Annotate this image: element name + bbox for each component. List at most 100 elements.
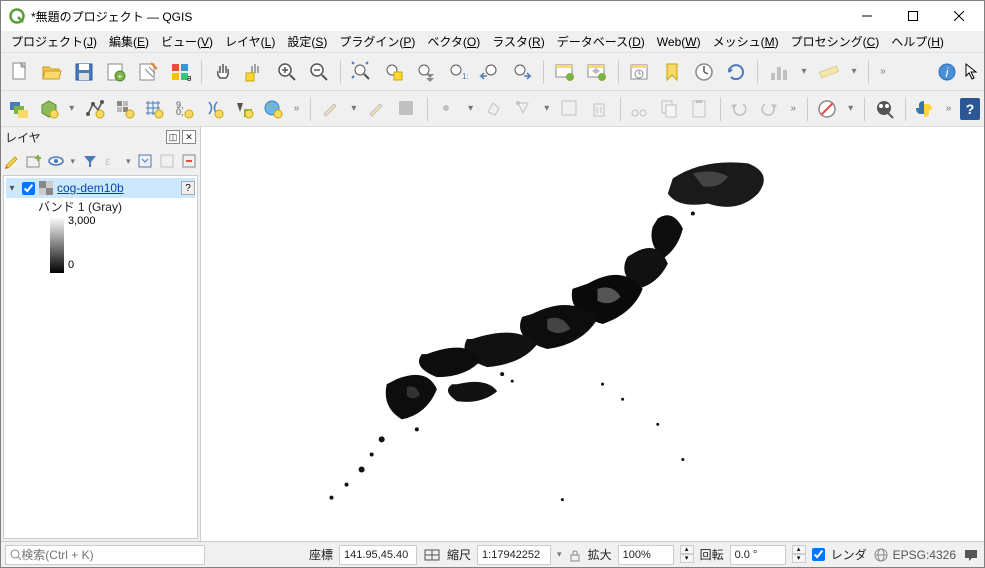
measure-line-button[interactable] (814, 57, 844, 87)
menu-layer[interactable]: レイヤ(L) (219, 31, 281, 52)
refresh-button[interactable] (721, 57, 751, 87)
add-mesh-layer-button[interactable] (141, 94, 169, 124)
zoom-full-button[interactable] (347, 57, 377, 87)
manage-map-themes-button[interactable] (47, 150, 65, 172)
statusbar: 座標 縮尺 ▾ 拡大 ▴▾ 回転 ▴▾ レンダ EPSG:4326 (1, 541, 984, 567)
new-3d-view-button[interactable] (582, 57, 612, 87)
save-project-button[interactable] (69, 57, 99, 87)
locator-search[interactable] (5, 545, 205, 565)
menu-plugins[interactable]: プラグイン(P) (333, 31, 421, 52)
rotation-input[interactable] (730, 545, 786, 565)
map-canvas[interactable] (201, 127, 984, 541)
add-virtual-layer-button[interactable] (230, 94, 258, 124)
messages-button[interactable] (962, 546, 980, 564)
menu-raster[interactable]: ラスタ(R) (486, 31, 550, 52)
main-content: レイヤ ◫ ✕ ▾ ε ▾ ▾ cog-dem10b ? (1, 127, 984, 541)
pan-button[interactable] (208, 57, 238, 87)
toolbar-dropdown-icon[interactable]: ▾ (843, 94, 858, 124)
add-delimited-text-layer-button[interactable]: 9,0, (170, 94, 198, 124)
toolbar-dropdown-icon[interactable]: ▾ (846, 57, 862, 87)
crs-button[interactable]: EPSG:4326 (873, 547, 956, 563)
remove-layer-button[interactable] (180, 150, 198, 172)
new-print-layout-button[interactable]: + (101, 57, 131, 87)
menu-database[interactable]: データベース(D) (551, 31, 651, 52)
window-title: *無題のプロジェクト — QGIS (31, 8, 844, 25)
menu-settings[interactable]: 設定(S) (281, 31, 333, 52)
show-statistical-summary-button[interactable] (764, 57, 794, 87)
close-button[interactable] (936, 1, 982, 31)
new-geopackage-layer-button[interactable] (35, 94, 63, 124)
menu-mesh[interactable]: メッシュ(M) (707, 31, 785, 52)
layer-tree[interactable]: ▾ cog-dem10b ? バンド 1 (Gray) 3,000 0 (3, 175, 198, 539)
toolbar-overflow-icon[interactable]: » (875, 57, 891, 87)
magnifier-input[interactable] (618, 545, 674, 565)
coordinate-input[interactable] (339, 545, 417, 565)
legend-gradient: 3,000 0 (6, 215, 195, 275)
osm-place-search-button[interactable] (871, 94, 899, 124)
add-spatialite-layer-button[interactable] (200, 94, 228, 124)
add-vector-layer-button[interactable] (81, 94, 109, 124)
zoom-to-selection-button[interactable] (379, 57, 409, 87)
scale-input[interactable] (477, 545, 551, 565)
layer-item[interactable]: ▾ cog-dem10b ? (6, 178, 195, 198)
delete-selected-button (586, 94, 614, 124)
menu-web[interactable]: Web(W) (651, 33, 707, 51)
python-console-button[interactable] (912, 94, 940, 124)
new-map-view-button[interactable] (550, 57, 580, 87)
show-layout-manager-button[interactable] (133, 57, 163, 87)
extents-icon[interactable] (423, 546, 441, 564)
temporal-button[interactable] (689, 57, 719, 87)
toolbar-dropdown-icon[interactable]: ▾ (64, 94, 79, 124)
filter-legend-button[interactable] (81, 150, 99, 172)
panel-undock-button[interactable]: ◫ (166, 130, 180, 144)
zoom-in-button[interactable] (272, 57, 302, 87)
main-toolbar-2: ▾ 9,0, » ▾ ▾ ▾ » ▾ » ? (1, 91, 984, 127)
lock-scale-icon[interactable] (568, 548, 582, 562)
toolbar-overflow-icon[interactable]: » (289, 94, 304, 124)
menu-help[interactable]: ヘルプ(H) (885, 31, 950, 52)
toolbar-separator (905, 97, 906, 121)
toolbar-dropdown-icon[interactable]: ▾ (125, 150, 133, 172)
new-project-button[interactable] (5, 57, 35, 87)
temporal-controller-button[interactable] (625, 57, 655, 87)
menu-edit[interactable]: 編集(E) (103, 31, 155, 52)
add-group-button[interactable] (25, 150, 43, 172)
menu-vector[interactable]: ベクタ(O) (421, 31, 486, 52)
expand-all-button[interactable] (136, 150, 154, 172)
add-wms-layer-button[interactable] (259, 94, 287, 124)
zoom-last-button[interactable] (475, 57, 505, 87)
menu-project[interactable]: プロジェクト(J) (5, 31, 103, 52)
menu-processing[interactable]: プロセシング(C) (785, 31, 886, 52)
open-layer-styling-button[interactable] (3, 150, 21, 172)
style-manager-button[interactable]: aa (165, 57, 195, 87)
maximize-button[interactable] (890, 1, 936, 31)
locator-search-input[interactable] (21, 548, 200, 562)
layer-visibility-checkbox[interactable] (22, 182, 35, 195)
identify-features-button[interactable]: i (932, 57, 962, 87)
scale-dropdown-icon[interactable]: ▾ (557, 549, 562, 560)
open-project-button[interactable] (37, 57, 67, 87)
menu-view[interactable]: ビュー(V) (155, 31, 219, 52)
new-spatial-bookmark-button[interactable] (657, 57, 687, 87)
zoom-next-button[interactable] (507, 57, 537, 87)
toolbar-dropdown-icon[interactable]: ▾ (796, 57, 812, 87)
open-data-source-manager-button[interactable] (5, 94, 33, 124)
minimize-button[interactable] (844, 1, 890, 31)
help-button[interactable]: ? (960, 98, 980, 120)
expand-arrow-icon[interactable]: ▾ (6, 183, 18, 194)
panel-close-button[interactable]: ✕ (182, 130, 196, 144)
zoom-native-button[interactable]: 1:1 (443, 57, 473, 87)
zoom-to-layer-button[interactable] (411, 57, 441, 87)
toolbar-overflow-icon[interactable]: » (786, 94, 801, 124)
toolbar-overflow-icon[interactable]: » (941, 94, 956, 124)
zoom-out-button[interactable] (304, 57, 334, 87)
rotation-spinner[interactable]: ▴▾ (792, 545, 806, 565)
svg-text:1:1: 1:1 (462, 72, 469, 81)
layer-indicator-icon[interactable]: ? (181, 181, 195, 195)
render-checkbox[interactable] (812, 548, 825, 561)
no-action-button[interactable] (814, 94, 842, 124)
pan-to-selection-button[interactable] (240, 57, 270, 87)
toolbar-dropdown-icon[interactable]: ▾ (69, 150, 77, 172)
magnifier-spinner[interactable]: ▴▾ (680, 545, 694, 565)
add-raster-layer-button[interactable] (111, 94, 139, 124)
